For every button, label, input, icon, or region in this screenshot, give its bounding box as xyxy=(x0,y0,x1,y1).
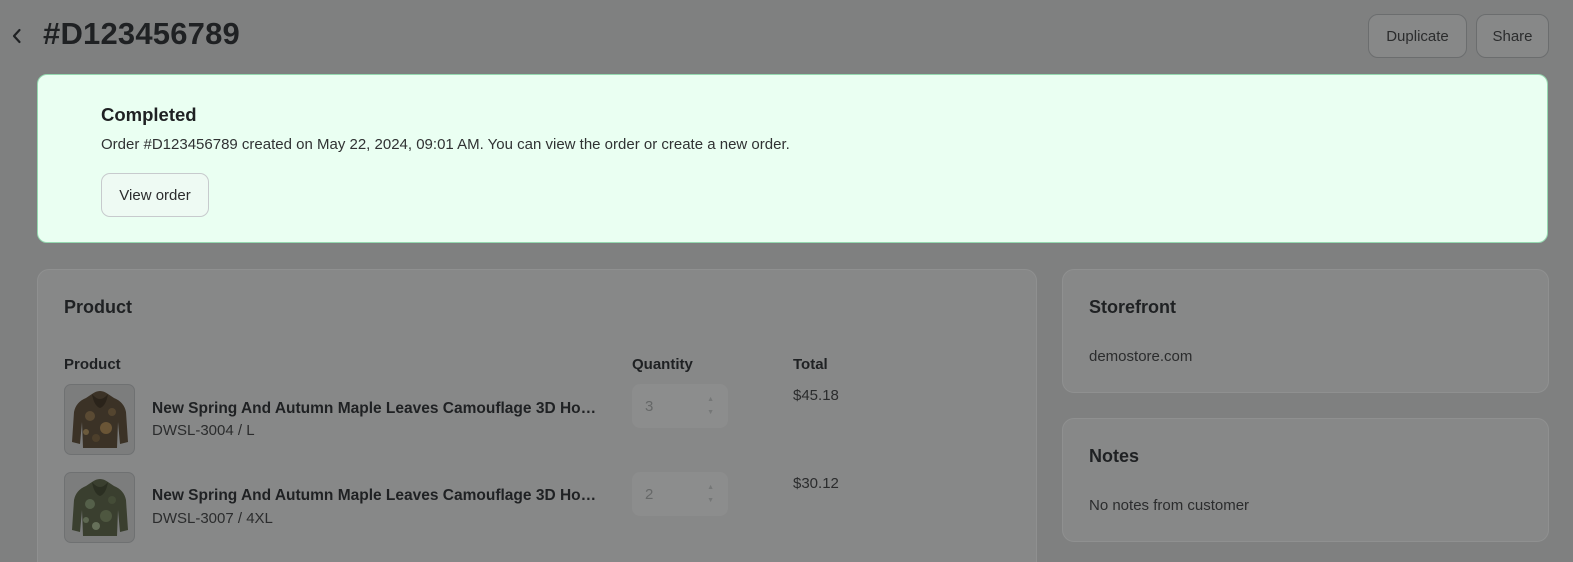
quantity-stepper[interactable]: 3 ▲ ▼ xyxy=(632,384,728,428)
quantity-value: 2 xyxy=(645,485,654,503)
storefront-title: Storefront xyxy=(1089,297,1176,317)
quantity-stepper[interactable]: 2 ▲ ▼ xyxy=(632,472,728,516)
chevron-left-icon xyxy=(12,28,21,44)
back-button[interactable] xyxy=(6,24,28,48)
product-thumbnail[interactable] xyxy=(64,472,135,543)
product-card-title: Product xyxy=(64,297,133,317)
banner-title: Completed xyxy=(101,104,197,125)
page-title: #D123456789 xyxy=(43,16,240,51)
column-header-quantity: Quantity xyxy=(632,356,693,373)
share-button[interactable]: Share xyxy=(1476,14,1549,58)
storefront-value: demostore.com xyxy=(1089,348,1193,365)
completed-banner: Completed Order #D123456789 created on M… xyxy=(37,74,1548,243)
stepper-arrows-icon[interactable]: ▲ ▼ xyxy=(707,481,714,507)
quantity-value: 3 xyxy=(645,397,654,415)
duplicate-button[interactable]: Duplicate xyxy=(1368,14,1467,58)
line-total: $30.12 xyxy=(793,475,839,492)
column-header-product: Product xyxy=(64,356,121,373)
banner-message: Order #D123456789 created on May 22, 202… xyxy=(101,136,790,153)
product-sku: DWSL-3004 / L xyxy=(152,422,255,439)
hoodie-image xyxy=(71,478,128,536)
column-header-total: Total xyxy=(793,356,828,373)
notes-value: No notes from customer xyxy=(1089,497,1250,514)
notes-title: Notes xyxy=(1089,446,1140,466)
notes-card xyxy=(1062,418,1549,542)
product-name[interactable]: New Spring And Autumn Maple Leaves Camou… xyxy=(152,400,602,418)
product-sku: DWSL-3007 / 4XL xyxy=(152,510,273,527)
stepper-arrows-icon[interactable]: ▲ ▼ xyxy=(707,393,714,419)
storefront-card xyxy=(1062,269,1549,393)
line-total: $45.18 xyxy=(793,387,839,404)
product-thumbnail[interactable] xyxy=(64,384,135,455)
view-order-button[interactable]: View order xyxy=(101,173,209,217)
product-name[interactable]: New Spring And Autumn Maple Leaves Camou… xyxy=(152,487,602,505)
hoodie-image xyxy=(71,390,128,448)
